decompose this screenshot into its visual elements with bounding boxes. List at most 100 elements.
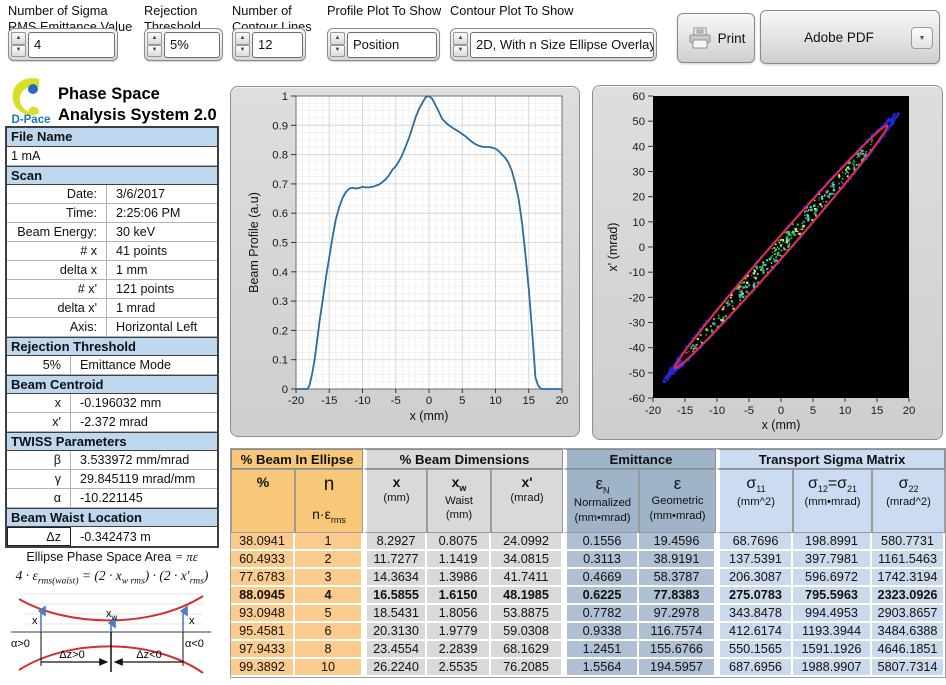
list-item: Axis: Horizontal Left <box>7 318 217 337</box>
table-column-header: x' (mrad) <box>491 469 563 533</box>
print-button-label: Print <box>717 30 746 46</box>
table-cell: 4 <box>295 587 363 605</box>
info-value: 41 points <box>116 244 168 258</box>
spin-up-icon[interactable]: ▲ <box>147 32 162 45</box>
table-column-header: x (mm) <box>363 469 427 533</box>
table-cell: 77.6783 <box>231 569 295 587</box>
table-cell: 14.3634 <box>363 569 427 587</box>
spin-down-icon[interactable]: ▼ <box>147 44 162 57</box>
table-cell: 198.8991 <box>793 533 872 551</box>
rejection-threshold-control[interactable]: ▲ ▼ 5% <box>144 28 223 61</box>
alpha-negative-label: α<0 <box>185 638 204 650</box>
column-subtitle: Geometric <box>651 495 704 508</box>
info-label: delta x' <box>7 299 107 317</box>
column-symbol: xw <box>451 474 467 493</box>
svg-text:-60: -60 <box>629 393 645 405</box>
spinner: ▲ ▼ <box>330 32 345 57</box>
table-cell: 38.9191 <box>639 551 716 569</box>
dropdown-arrow-icon[interactable]: ▼ <box>911 27 933 49</box>
svg-text:0.8: 0.8 <box>272 150 288 162</box>
list-item: # x' 121 points <box>7 280 217 299</box>
table-column-header: % <box>231 469 295 533</box>
contour-plot-field[interactable]: 2D, With n Size Ellipse Overlay <box>470 31 654 58</box>
table-cell: 34.0815 <box>491 551 563 569</box>
table-cell: 76.2085 <box>491 659 563 677</box>
svg-text:0.5: 0.5 <box>272 238 288 250</box>
table-row: 95.4581 6 20.3130 1.9779 59.0308 0.9338 116.75… <box>231 623 946 641</box>
dz-negative-label: Δz<0 <box>136 649 161 661</box>
formula-line-2: 4 · εrms(waist) = (2 · xw rms) · (2 · x'… <box>5 568 219 587</box>
contour-lines-field[interactable]: 12 <box>252 31 303 58</box>
column-subtitle: (mm) <box>445 509 473 522</box>
list-item: γ 29.845119 mrad/mm <box>7 470 217 489</box>
column-subtitle: (mm•mrad) <box>804 495 861 508</box>
formula-seg: = (2 · x <box>78 568 122 583</box>
sigma-value-field[interactable]: 4 <box>28 31 115 58</box>
table-cell: 0.7782 <box>563 605 639 623</box>
column-symbol-2: n·εrms <box>312 505 346 525</box>
column-symbol: ε <box>673 474 682 493</box>
table-cell: 11.7277 <box>363 551 427 569</box>
table-cell: 95.4581 <box>231 623 295 641</box>
svg-text:0: 0 <box>426 395 432 407</box>
profile-plot-field[interactable]: Position <box>347 31 437 58</box>
print-icon <box>689 27 711 49</box>
table-column-header: xw Waist (mm) <box>427 469 491 533</box>
table-cell: 68.7696 <box>716 533 793 551</box>
spin-up-icon[interactable]: ▲ <box>453 32 468 45</box>
info-value: 30 keV <box>116 225 156 239</box>
table-cell: 1.5564 <box>563 659 639 677</box>
column-subtitle: (mm^2) <box>737 495 775 508</box>
table-row: 88.0945 4 16.5855 1.6150 48.1985 0.6225 77.838… <box>231 587 946 605</box>
table-cell: 59.0308 <box>491 623 563 641</box>
spin-down-icon[interactable]: ▼ <box>11 44 26 57</box>
table-group-header: Emittance <box>563 449 716 469</box>
profile-plot-select[interactable]: ▲ ▼ Position <box>327 28 440 61</box>
profile-plot-label: Profile Plot To Show <box>327 3 441 19</box>
table-cell: 2 <box>295 551 363 569</box>
spin-down-icon[interactable]: ▼ <box>235 44 250 57</box>
svg-text:1: 1 <box>282 91 288 103</box>
table-cell: 2.5535 <box>427 659 491 677</box>
adobe-pdf-button[interactable]: Adobe PDF ▼ <box>760 10 940 64</box>
list-item: α -10.221145 <box>7 489 217 508</box>
list-item: delta x 1 mm <box>7 261 217 280</box>
adobe-pdf-label: Adobe PDF <box>804 29 874 45</box>
table-cell: 0.8075 <box>427 533 491 551</box>
table-column-header: σ22 (mrad^2) <box>872 469 946 533</box>
title-line-2: Analysis System 2.0 <box>58 106 217 125</box>
svg-text:5: 5 <box>810 405 816 417</box>
svg-text:-10: -10 <box>629 267 645 279</box>
info-value: 121 points <box>116 282 175 296</box>
svg-text:20: 20 <box>556 395 569 407</box>
info-value: Emittance Mode <box>80 358 171 372</box>
table-cell: 206.3087 <box>716 569 793 587</box>
spinner: ▲ ▼ <box>147 32 162 57</box>
svg-text:-20: -20 <box>645 405 661 417</box>
spin-up-icon[interactable]: ▲ <box>330 32 345 45</box>
dpace-logo: D-Pace <box>12 78 51 126</box>
table-cell: 343.8478 <box>716 605 793 623</box>
table-body: 38.0941 1 8.2927 0.8075 24.0992 0.1556 19.4596… <box>231 533 946 677</box>
table-group-header: Transport Sigma Matrix <box>716 449 946 469</box>
logo-text: D-Pace <box>12 114 51 126</box>
spin-down-icon[interactable]: ▼ <box>330 44 345 57</box>
sigma-value-control[interactable]: ▲ ▼ 4 <box>8 28 118 61</box>
contour-lines-control[interactable]: ▲ ▼ 12 <box>232 28 306 61</box>
spin-down-icon[interactable]: ▼ <box>453 44 468 57</box>
contour-plot-select[interactable]: ▲ ▼ 2D, With n Size Ellipse Overlay <box>450 28 657 61</box>
table-cell: 1591.1926 <box>793 641 872 659</box>
info-value: 3/6/2017 <box>116 187 166 201</box>
column-subtitle: (mm•mrad) <box>649 510 706 523</box>
spin-up-icon[interactable]: ▲ <box>11 32 26 45</box>
spin-up-icon[interactable]: ▲ <box>235 32 250 45</box>
column-symbol: x <box>392 474 401 490</box>
rejection-threshold-field[interactable]: 5% <box>164 31 220 58</box>
table-column-header: εN Normalized (mm•mrad) <box>563 469 639 533</box>
info-value: 1 mrad <box>116 301 156 315</box>
section-header: Beam Waist Location <box>7 508 217 527</box>
table-cell: 24.0992 <box>491 533 563 551</box>
table-cell: 2323.0926 <box>872 587 946 605</box>
print-button[interactable]: Print <box>677 13 755 63</box>
svg-text:0: 0 <box>778 405 784 417</box>
